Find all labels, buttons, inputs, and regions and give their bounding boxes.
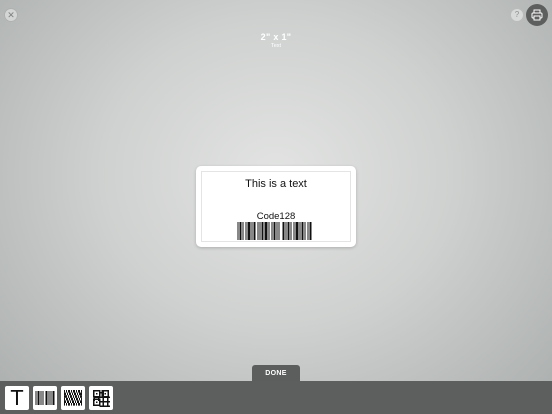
close-icon[interactable]: ✕ (5, 9, 17, 21)
barcode-icon (35, 391, 55, 405)
qr-code-tool-button[interactable] (89, 386, 113, 410)
qr-code-icon (93, 390, 110, 407)
barcode-image[interactable] (237, 222, 317, 240)
page-subtitle: Text (270, 43, 282, 49)
label-text-object[interactable]: This is a text (202, 178, 350, 190)
label-preview[interactable]: This is a text Code128 (196, 166, 356, 247)
page-title: 2" x 1" (260, 32, 292, 42)
label-border: This is a text Code128 (201, 171, 351, 242)
text-tool-icon: T (10, 386, 24, 410)
print-button[interactable] (526, 4, 548, 26)
bottom-toolbar: T (0, 381, 552, 414)
help-icon[interactable]: ? (511, 9, 523, 21)
header-title-block: 2" x 1" Text (0, 32, 552, 49)
text-tool-button[interactable]: T (5, 386, 29, 410)
pdf417-tool-button[interactable] (61, 386, 85, 410)
barcode-tool-button[interactable] (33, 386, 57, 410)
printer-icon (531, 9, 543, 21)
barcode-caption: Code128 (256, 211, 296, 222)
pdf417-icon (64, 390, 82, 406)
